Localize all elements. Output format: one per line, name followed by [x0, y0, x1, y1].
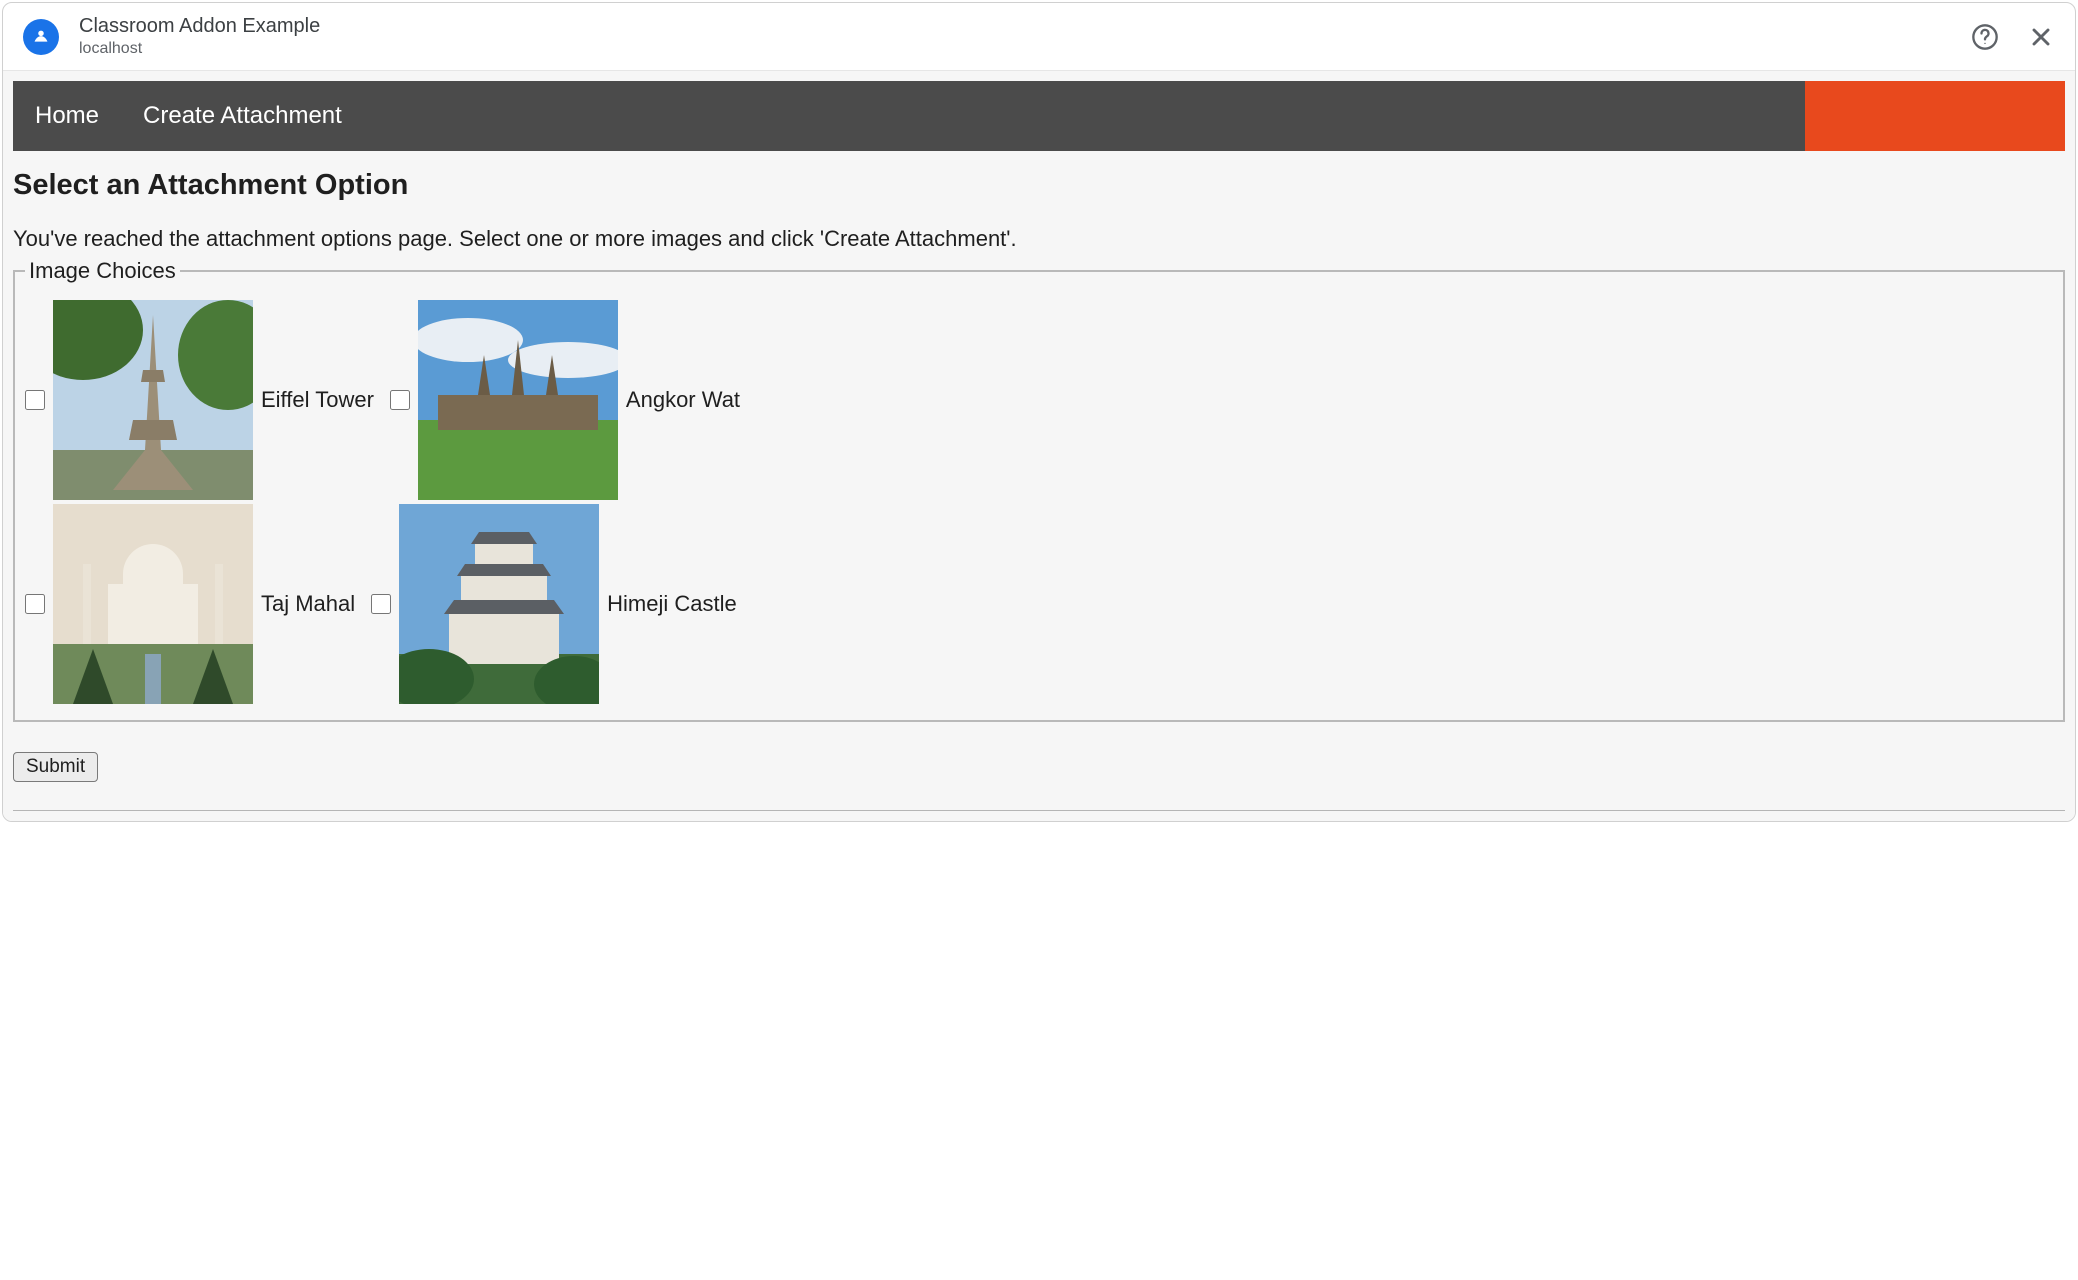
- choice-label-eiffel-tower: Eiffel Tower: [261, 387, 374, 413]
- dialog-header: Classroom Addon Example localhost: [3, 3, 2075, 71]
- navbar-spacer: [364, 81, 1805, 151]
- choice-himeji-castle: Himeji Castle: [371, 504, 747, 704]
- choice-angkor-wat: Angkor Wat: [390, 300, 750, 500]
- fieldset-legend: Image Choices: [25, 258, 180, 284]
- thumbnail-himeji-castle: [399, 504, 599, 704]
- choice-row-1: Eiffel Tower: [25, 298, 2053, 502]
- close-icon[interactable]: [2027, 23, 2055, 51]
- nav-home[interactable]: Home: [13, 81, 121, 151]
- thumbnail-angkor-wat: [418, 300, 618, 500]
- choice-taj-mahal: Taj Mahal: [25, 504, 365, 704]
- dialog-subtitle: localhost: [79, 40, 1971, 58]
- navbar-accent: [1805, 81, 2065, 151]
- choice-eiffel-tower: Eiffel Tower: [25, 300, 384, 500]
- dialog-body: Home Create Attachment Select an Attachm…: [3, 71, 2075, 821]
- nav-create-attachment-label: Create Attachment: [143, 102, 342, 130]
- choice-checkbox-taj-mahal[interactable]: [25, 594, 45, 614]
- thumbnail-taj-mahal: [53, 504, 253, 704]
- page-heading: Select an Attachment Option: [13, 169, 2065, 202]
- page-content: Select an Attachment Option You've reach…: [13, 151, 2065, 811]
- choice-checkbox-angkor-wat[interactable]: [390, 390, 410, 410]
- addon-dialog: Classroom Addon Example localhost Home C…: [2, 2, 2076, 822]
- choice-label-angkor-wat: Angkor Wat: [626, 387, 740, 413]
- help-icon[interactable]: [1971, 23, 1999, 51]
- nav-create-attachment[interactable]: Create Attachment: [121, 81, 364, 151]
- dialog-title-block: Classroom Addon Example localhost: [79, 15, 1971, 58]
- page-description: You've reached the attachment options pa…: [13, 226, 2065, 252]
- addon-logo-icon: [23, 19, 59, 55]
- choice-label-himeji-castle: Himeji Castle: [607, 591, 737, 617]
- nav-home-label: Home: [35, 102, 99, 130]
- divider: [13, 810, 2065, 811]
- choice-row-2: Taj Mahal: [25, 502, 2053, 706]
- navbar: Home Create Attachment: [13, 81, 2065, 151]
- image-choices-fieldset: Image Choices: [13, 258, 2065, 722]
- choice-checkbox-eiffel-tower[interactable]: [25, 390, 45, 410]
- choice-checkbox-himeji-castle[interactable]: [371, 594, 391, 614]
- dialog-title: Classroom Addon Example: [79, 15, 1971, 38]
- submit-button[interactable]: Submit: [13, 752, 98, 782]
- dialog-actions: [1971, 23, 2055, 51]
- thumbnail-eiffel-tower: [53, 300, 253, 500]
- choice-label-taj-mahal: Taj Mahal: [261, 591, 355, 617]
